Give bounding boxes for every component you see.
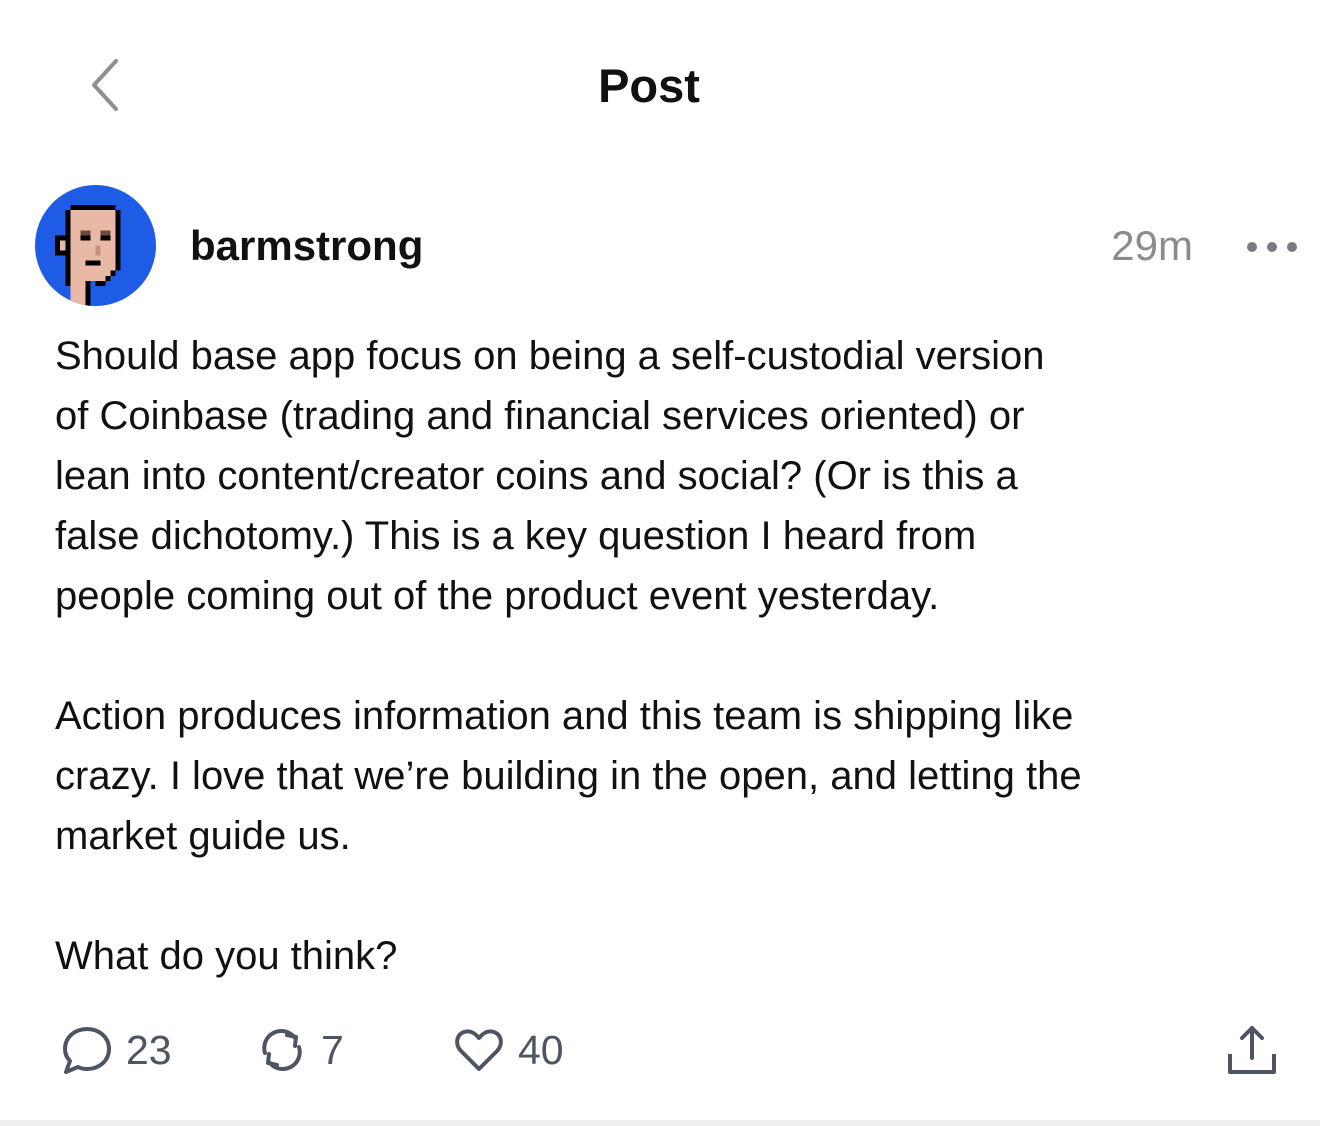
recast-button[interactable]: 7 [255,1020,344,1080]
post-paragraph: Should base app focus on being a self-cu… [55,334,1045,618]
comment-icon [63,1027,111,1074]
recast-icon [262,1029,302,1071]
like-count: 40 [518,1026,564,1073]
top-bar: Post [0,0,1320,170]
share-button[interactable] [1222,1020,1282,1080]
post-timestamp: 29m [1111,222,1193,269]
heart-icon [455,1029,503,1071]
divider [0,1120,1320,1126]
post-paragraph: What do you think? [55,934,398,978]
reply-button[interactable]: 23 [60,1020,172,1080]
post: barmstrong 29m Should base app focus on … [0,170,1320,1110]
post-paragraph: Action produces information and this tea… [55,694,1082,858]
like-button[interactable]: 40 [452,1020,564,1080]
pixel-face-avatar-icon [35,185,156,306]
reply-count: 23 [126,1026,172,1073]
post-actions: 23 7 40 [0,1020,1320,1080]
recast-count: 7 [321,1026,344,1073]
more-options-button[interactable] [1232,222,1312,272]
avatar[interactable] [35,185,156,306]
post-body: Should base app focus on being a self-cu… [55,326,1305,986]
ellipsis-icon [1247,242,1297,252]
author-username[interactable]: barmstrong [190,220,423,272]
share-icon [1228,1026,1276,1074]
page-title: Post [598,59,700,112]
